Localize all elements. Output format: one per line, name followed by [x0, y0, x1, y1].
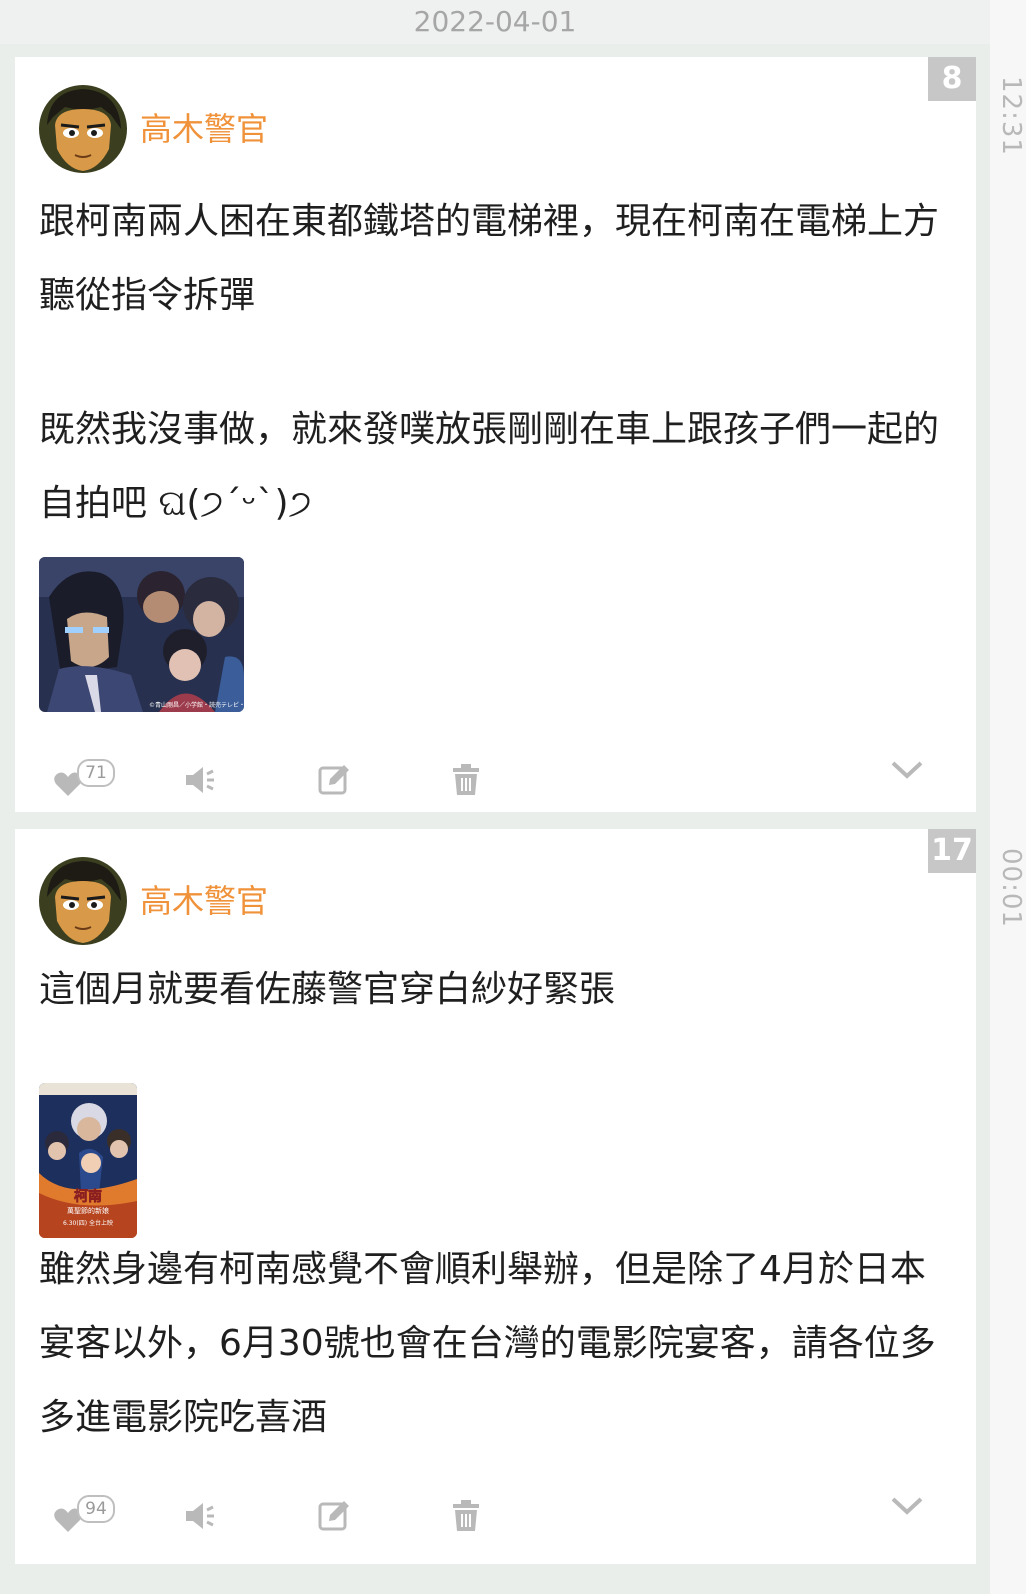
trash-icon: [453, 1500, 479, 1531]
delete-button[interactable]: [449, 1493, 485, 1543]
date-header: 2022-04-01: [0, 0, 990, 44]
like-count: 71: [77, 759, 115, 787]
plurk-card[interactable]: 17 高木警官 這個月就要看佐藤警官穿白紗好緊張 柯南 萬聖節的新娘 6.30(…: [15, 829, 976, 1564]
edit-button[interactable]: [317, 757, 353, 807]
like-count: 94: [77, 1495, 115, 1523]
post-actions: 94: [39, 1493, 952, 1543]
avatar[interactable]: [39, 85, 127, 173]
attached-poster[interactable]: 柯南 萬聖節的新娘 6.30(四) 全台上映: [39, 1083, 137, 1238]
response-count-badge[interactable]: 8: [928, 57, 976, 101]
replurk-button[interactable]: [183, 757, 219, 807]
plurk-card[interactable]: 8 高木警官 跟柯南兩人困在東都鐵塔的電梯裡，現在柯南在電梯上方聽從指令拆彈 既…: [15, 57, 976, 812]
post-paragraph: 這個月就要看佐藤警官穿白紗好緊張: [39, 969, 616, 1010]
delete-button[interactable]: [449, 757, 485, 807]
post-actions: 71: [39, 757, 952, 807]
post-paragraph: 雖然身邊有柯南感覺不會順利舉辦，但是除了4月於日本宴客以外，6月30號也會在台灣…: [39, 1249, 936, 1438]
poster-title: 柯南: [74, 1188, 102, 1205]
attached-photo[interactable]: ©青山剛昌／小学館・読売テレビ・TMS 1996: [39, 557, 244, 712]
megaphone-icon: [186, 1503, 214, 1529]
post-time: 12:31: [996, 76, 1026, 156]
author-name[interactable]: 高木警官: [140, 109, 268, 149]
poster-release: 6.30(四) 全台上映: [63, 1219, 113, 1227]
like-button[interactable]: 94: [53, 1493, 115, 1543]
chevron-down-icon[interactable]: [890, 1495, 924, 1517]
like-button[interactable]: 71: [53, 757, 115, 807]
megaphone-icon: [186, 767, 214, 793]
edit-button[interactable]: [317, 1493, 353, 1543]
chevron-down-icon[interactable]: [890, 759, 924, 781]
poster-subtitle: 萬聖節的新娘: [67, 1206, 109, 1215]
avatar[interactable]: [39, 857, 127, 945]
edit-icon: [318, 1501, 349, 1531]
timeline-rail: [990, 0, 1026, 1594]
post-time: 00:01: [996, 848, 1026, 928]
trash-icon: [453, 764, 479, 795]
photo-copyright: ©青山剛昌／小学館・読売テレビ・TMS 1996: [149, 701, 244, 709]
response-count-badge[interactable]: 17: [928, 829, 976, 873]
post-paragraph: 既然我沒事做，就來發噗放張剛剛在車上跟孩子們一起的自拍吧 ଘ(੭ˊᵕˋ)੭: [39, 409, 940, 524]
author-name[interactable]: 高木警官: [140, 881, 268, 921]
post-paragraph: 跟柯南兩人困在東都鐵塔的電梯裡，現在柯南在電梯上方聽從指令拆彈: [39, 201, 940, 316]
replurk-button[interactable]: [183, 1493, 219, 1543]
edit-icon: [318, 765, 349, 795]
